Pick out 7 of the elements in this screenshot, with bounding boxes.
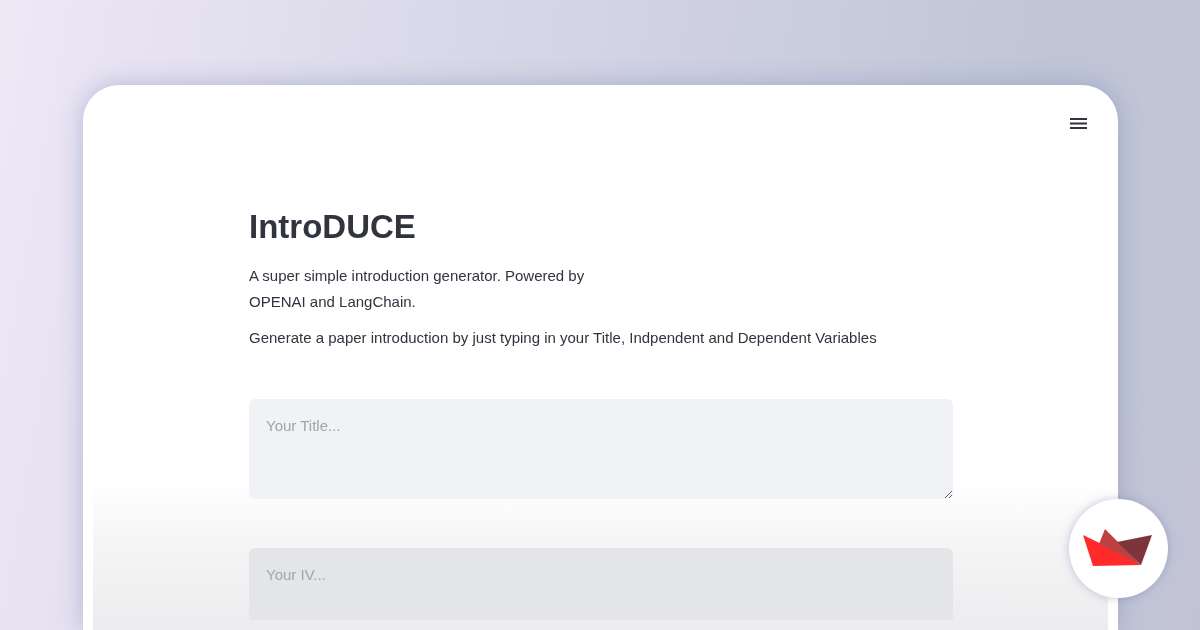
description-text: A super simple introduction generator. Powered by OPENAI and LangChain. [249,265,586,312]
instruction-text: Generate a paper introduction by just typing in your Title, Indpendent and Dependent Variables [249,327,878,348]
input-field[interactable]: Your IV... [249,548,953,621]
menu-icon [1069,116,1087,130]
input-field[interactable]: Your Title... [249,399,953,500]
page-title: IntroDUCE [249,207,417,247]
boat-icon [1082,528,1155,569]
